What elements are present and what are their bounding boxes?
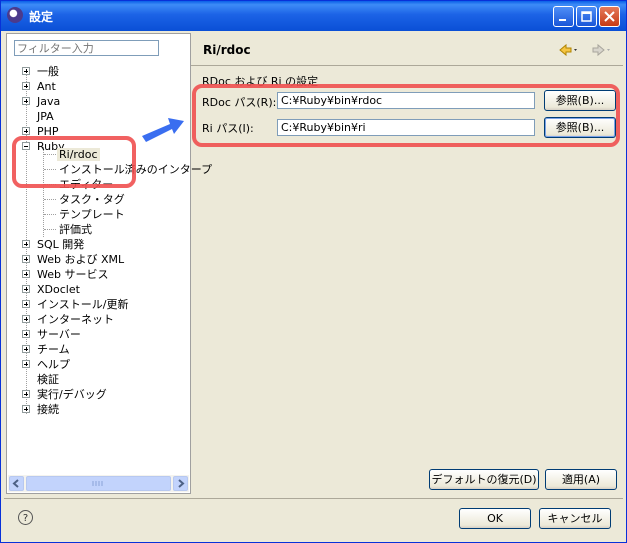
- tree-item-server[interactable]: サーバー: [22, 327, 81, 342]
- preferences-window: 設定 一般 Ant Java JPA PHP Ruby: [0, 0, 627, 543]
- cancel-button[interactable]: キャンセル: [539, 508, 611, 529]
- expand-icon[interactable]: [22, 330, 30, 338]
- tree-item-label: JPA: [37, 110, 54, 123]
- expand-icon[interactable]: [22, 240, 30, 248]
- tree-item-ant[interactable]: Ant: [22, 79, 56, 94]
- tree-item-sql[interactable]: SQL 開発: [22, 237, 84, 252]
- tree-item-web-xml[interactable]: Web および XML: [22, 252, 124, 267]
- tree-item-label: サーバー: [37, 328, 81, 341]
- footer-separator: [4, 498, 623, 499]
- scroll-right-button[interactable]: [173, 476, 188, 491]
- eclipse-icon: [7, 7, 23, 23]
- window-title: 設定: [29, 10, 54, 24]
- tree-item-connections[interactable]: 接続: [22, 402, 59, 417]
- back-arrow-icon[interactable]: [558, 43, 580, 60]
- tree-item-label: インストール/更新: [37, 298, 129, 311]
- tree-item-run-debug[interactable]: 実行/デバッグ: [22, 387, 107, 402]
- horizontal-scrollbar[interactable]: [8, 475, 189, 492]
- tree-item-task-tags[interactable]: タスク・タグ: [59, 192, 125, 207]
- preference-tree-pane: 一般 Ant Java JPA PHP Ruby Ri/rdoc インストール済…: [6, 33, 212, 494]
- minimize-button[interactable]: [553, 6, 574, 27]
- tree-item-templates[interactable]: テンプレート: [59, 207, 125, 222]
- tree-item-label: SQL 開発: [37, 238, 85, 251]
- tree-item-label: 接続: [37, 403, 59, 416]
- expand-icon[interactable]: [22, 300, 30, 308]
- tree-item-team[interactable]: チーム: [22, 342, 70, 357]
- expand-icon[interactable]: [22, 82, 30, 90]
- tree-line: [44, 214, 56, 215]
- tree-item-evaluation[interactable]: 評価式: [59, 222, 92, 237]
- tree-item-label: ヘルプ: [37, 358, 70, 371]
- tree-item-java[interactable]: Java: [22, 94, 60, 109]
- forward-arrow-icon[interactable]: [591, 43, 613, 60]
- highlight-box-settings: [192, 84, 620, 147]
- tree-item-label: Web および XML: [37, 253, 125, 266]
- expand-icon[interactable]: [22, 285, 30, 293]
- tree-item-label: 一般: [37, 65, 59, 78]
- tree-item-xdoclet[interactable]: XDoclet: [22, 282, 80, 297]
- ok-button[interactable]: OK: [459, 508, 531, 529]
- scroll-thumb[interactable]: [26, 476, 171, 491]
- apply-button[interactable]: 適用(A): [545, 469, 617, 490]
- tree-item-label: Java: [37, 95, 61, 108]
- expand-icon[interactable]: [22, 67, 30, 75]
- title-bar[interactable]: 設定: [1, 1, 626, 31]
- tree-item-web-services[interactable]: Web サービス: [22, 267, 108, 282]
- pointer-arrow-icon: [142, 118, 184, 142]
- expand-icon[interactable]: [22, 270, 30, 278]
- tree-item-general[interactable]: 一般: [22, 64, 59, 79]
- header-separator: [191, 65, 623, 66]
- expand-icon[interactable]: [22, 360, 30, 368]
- filter-input[interactable]: [14, 40, 159, 56]
- tree-item-internet[interactable]: インターネット: [22, 312, 114, 327]
- tree-item-install-update[interactable]: インストール/更新: [22, 297, 129, 312]
- expand-icon[interactable]: [22, 315, 30, 323]
- expand-icon[interactable]: [22, 97, 30, 105]
- highlight-box-tree: [12, 136, 136, 188]
- tree-item-validation[interactable]: 検証: [22, 372, 59, 387]
- page-title: Ri/rdoc: [203, 43, 251, 57]
- tree-line: [44, 229, 56, 230]
- expand-icon[interactable]: [22, 345, 30, 353]
- help-icon[interactable]: ?: [18, 510, 33, 525]
- maximize-button[interactable]: [576, 6, 597, 27]
- restore-defaults-button[interactable]: デフォルトの復元(D): [429, 469, 539, 490]
- tree-item-jpa[interactable]: JPA: [22, 109, 54, 124]
- tree-item-label: XDoclet: [37, 283, 80, 296]
- expand-icon[interactable]: [22, 405, 30, 413]
- tree-item-label: Ant: [37, 80, 56, 93]
- expand-icon[interactable]: [22, 127, 30, 135]
- tree-line: [44, 199, 56, 200]
- tree-item-label: 検証: [37, 373, 59, 386]
- tree-item-label: チーム: [37, 343, 70, 356]
- tree-item-label: インターネット: [37, 313, 114, 326]
- scroll-left-button[interactable]: [9, 476, 24, 491]
- tree-item-label: テンプレート: [59, 208, 125, 221]
- close-button[interactable]: [599, 6, 620, 27]
- tree-item-label: 評価式: [59, 223, 92, 236]
- tree-item-label: Web サービス: [37, 268, 109, 281]
- tree-item-label: タスク・タグ: [59, 193, 125, 206]
- expand-icon[interactable]: [22, 390, 30, 398]
- expand-icon[interactable]: [22, 255, 30, 263]
- tree-item-label: 実行/デバッグ: [37, 388, 107, 401]
- tree-item-help[interactable]: ヘルプ: [22, 357, 70, 372]
